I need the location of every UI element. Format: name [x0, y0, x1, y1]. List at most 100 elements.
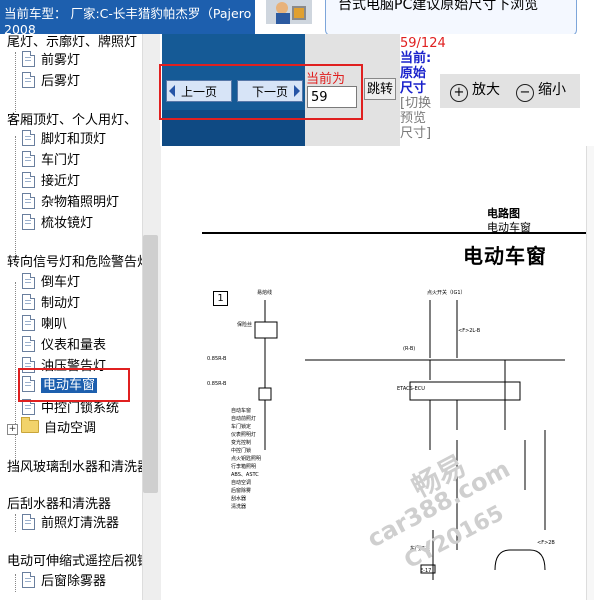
tree-category[interactable]: 挡风玻璃刮水器和清洗器 — [7, 458, 150, 478]
tree-item[interactable]: 后雾灯 — [22, 72, 80, 92]
svg-text:易熔线: 易熔线 — [257, 289, 272, 296]
document-icon — [22, 72, 35, 88]
document-icon — [22, 151, 35, 167]
tree-item[interactable]: 杂物箱照明灯 — [22, 193, 119, 213]
document-icon — [22, 294, 35, 310]
tree-label: 后窗除雾器 — [41, 574, 107, 589]
document-icon — [22, 514, 35, 530]
tree-label: 后雾灯 — [41, 74, 81, 89]
page-info: 59/124 当前:原始尺寸 [切换预览尺寸] — [400, 36, 446, 141]
tree-label: 喇叭 — [41, 317, 68, 332]
svg-text:行李箱照明: 行李箱照明 — [231, 463, 256, 470]
tree-label: 自动空调 — [44, 421, 97, 436]
tree-label: 车门灯 — [41, 153, 81, 168]
tree-label: 前雾灯 — [41, 53, 81, 68]
browse-notice: 台式电脑PC建议原始尺寸下浏览 — [325, 0, 577, 36]
document-icon — [22, 315, 35, 331]
document-icon — [22, 193, 35, 209]
svg-text:(R-B): (R-B) — [403, 346, 415, 352]
svg-text:0.85R-B: 0.85R-B — [207, 381, 227, 387]
tree-item[interactable]: 喇叭 — [22, 315, 67, 335]
svg-text:点火开关（IG1）: 点火开关（IG1） — [427, 289, 466, 296]
svg-text:<F>2B: <F>2B — [537, 540, 555, 546]
document-icon — [22, 130, 35, 146]
document-scrollbar[interactable] — [586, 146, 594, 600]
svg-text:刮水器: 刮水器 — [231, 495, 246, 502]
zoom-in-label: 放大 — [472, 82, 500, 98]
tree-item[interactable]: 接近灯 — [22, 172, 80, 192]
original-size-link[interactable]: 原始尺寸 — [400, 66, 426, 96]
document-title: 电动车窗 — [463, 244, 547, 268]
document-icon — [22, 51, 35, 67]
svg-text:自动车窗: 自动车窗 — [231, 407, 251, 414]
zoom-out-button[interactable]: − 缩小 — [516, 80, 566, 102]
plus-icon: + — [450, 84, 468, 102]
svg-text:后窗除雾: 后窗除雾 — [231, 487, 251, 494]
car-model-line2: 2008 — [4, 22, 36, 34]
tree-label: 后刮水器和清洗器 — [7, 497, 112, 512]
tree-label: 前照灯清洗器 — [41, 516, 120, 531]
document-icon — [22, 273, 35, 289]
title-rule — [202, 232, 586, 234]
tree-connector — [15, 52, 16, 112]
zoom-in-button[interactable]: + 放大 — [450, 80, 500, 102]
tree-connector — [15, 574, 16, 592]
svg-text:<F>2L-B: <F>2L-B — [458, 328, 481, 334]
svg-text:点火钥匙照明: 点火钥匙照明 — [231, 455, 261, 462]
sidebar-scroll-thumb[interactable] — [143, 235, 158, 493]
tree-label: 挡风玻璃刮水器和清洗器 — [7, 460, 151, 475]
tree-category[interactable]: 后刮水器和清洗器 — [7, 495, 111, 515]
tree-item[interactable]: 后窗除雾器 — [22, 572, 106, 592]
tree-item[interactable]: 制动灯 — [22, 294, 80, 314]
current-prefix: 当前: — [400, 51, 432, 66]
browse-notice-text: 台式电脑PC建议原始尺寸下浏览 — [338, 0, 539, 13]
tree-folder[interactable]: + 自动空调 — [7, 417, 97, 439]
tree-label: 倒车灯 — [41, 275, 81, 290]
car-model-banner: 当前车型： 厂家:C-长丰猎豹帕杰罗（Pajero 2008 — [0, 0, 255, 34]
tree-category[interactable]: 客厢顶灯、个人用灯、 — [7, 111, 137, 131]
folder-icon — [21, 417, 39, 433]
svg-text:ETACS-ECU: ETACS-ECU — [397, 386, 425, 392]
tree-item[interactable]: 仪表和量表 — [22, 336, 106, 356]
tree-item[interactable]: 前雾灯 — [22, 51, 80, 71]
expand-icon[interactable]: + — [7, 424, 18, 435]
tree-item[interactable]: 中控门锁系统 — [22, 399, 119, 419]
svg-text:ABS、ASTC: ABS、ASTC — [231, 472, 259, 478]
tree-category[interactable]: 转向信号灯和危险警告灯 — [7, 253, 150, 273]
sidebar-tree: 尾灯、示廓灯、牌照灯 前雾灯 后雾灯 客厢顶灯、个人用灯、 脚灯和顶灯 车门灯 … — [0, 34, 160, 600]
tree-connector — [15, 136, 16, 256]
document-icon — [22, 336, 35, 352]
minus-icon: − — [516, 84, 534, 102]
tree-label: 制动灯 — [41, 296, 81, 311]
zoom-out-label: 缩小 — [538, 82, 566, 98]
tree-label: 接近灯 — [41, 174, 81, 189]
top-bar: 当前车型： 厂家:C-长丰猎豹帕杰罗（Pajero 2008 台式电脑PC建议原… — [0, 0, 594, 36]
tree-item[interactable]: 脚灯和顶灯 — [22, 130, 106, 150]
tree-label: 客厢顶灯、个人用灯、 — [7, 113, 138, 128]
document-icon — [22, 214, 35, 230]
svg-text:自动前照灯: 自动前照灯 — [231, 415, 256, 422]
switch-size-link[interactable]: [切换预览尺寸] — [400, 96, 431, 141]
svg-text:中控门锁: 中控门锁 — [231, 447, 251, 454]
tree-item[interactable]: 梳妆镜灯 — [22, 214, 93, 234]
tree-item[interactable]: 前照灯清洗器 — [22, 514, 119, 534]
svg-text:保险丝: 保险丝 — [237, 321, 252, 328]
document-icon — [22, 172, 35, 188]
tree-connector — [15, 282, 16, 470]
svg-text:自动空调: 自动空调 — [231, 479, 251, 486]
car-model-line1: 当前车型： 厂家:C-长丰猎豹帕杰罗（Pajero — [4, 6, 252, 21]
tree-item[interactable]: 车门灯 — [22, 151, 80, 171]
highlight-box — [159, 64, 363, 120]
tree-label: 电动可伸缩式遥控后视镜 — [7, 554, 151, 569]
tree-category[interactable]: 电动可伸缩式遥控后视镜 — [7, 552, 150, 572]
svg-text:清洗器: 清洗器 — [231, 503, 246, 510]
tree-item[interactable]: 倒车灯 — [22, 273, 80, 293]
tree-label: 杂物箱照明灯 — [41, 195, 120, 210]
svg-text:0.85R-B: 0.85R-B — [207, 356, 227, 362]
tree-label: 中控门锁系统 — [41, 401, 120, 416]
svg-text:仪表照明灯: 仪表照明灯 — [231, 431, 256, 438]
tree-label: 梳妆镜灯 — [41, 216, 94, 231]
svg-text:变光控制: 变光控制 — [231, 439, 251, 446]
tree-connector — [15, 514, 16, 532]
jump-button[interactable]: 跳转 — [364, 78, 396, 100]
